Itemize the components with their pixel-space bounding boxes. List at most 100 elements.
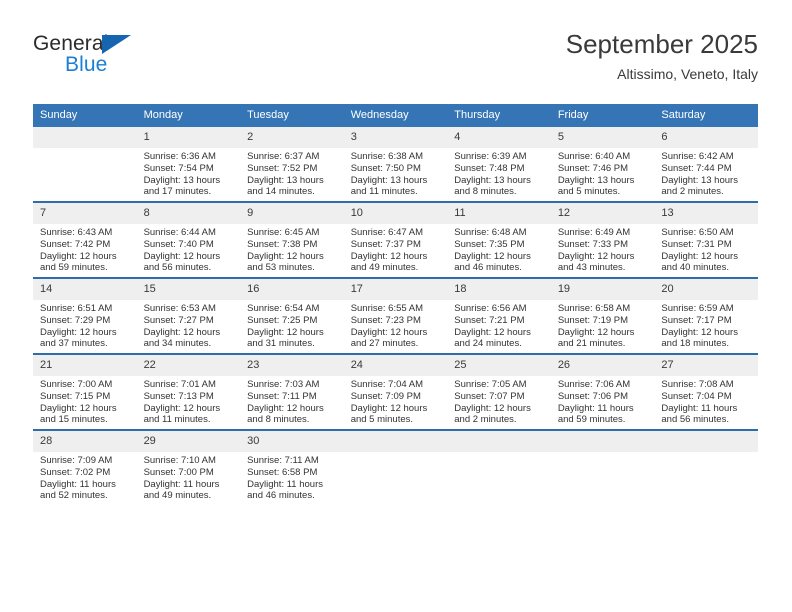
weekday-header-saturday: Saturday xyxy=(654,104,758,127)
day-cell-inner: 12 Sunrise: 6:49 AM Sunset: 7:33 PM Dayligh… xyxy=(550,203,655,277)
calendar-day-cell[interactable]: 19 Sunrise: 6:58 AM Sunset: 7:19 PM Dayligh… xyxy=(550,277,655,354)
calendar-day-cell[interactable]: 6 Sunrise: 6:42 AM Sunset: 7:44 PM Daylight… xyxy=(654,127,758,202)
daylight-text-line2: and 43 minutes. xyxy=(557,262,626,274)
sunset-text: Sunset: 7:29 PM xyxy=(40,314,111,326)
daylight-text-line2: and 40 minutes. xyxy=(661,262,729,274)
calendar-day-cell[interactable]: 1 Sunrise: 6:36 AM Sunset: 7:54 PM Daylight… xyxy=(136,127,241,202)
sunset-text: Sunset: 7:21 PM xyxy=(454,314,525,326)
daylight-text-line2: and 59 minutes. xyxy=(40,262,108,274)
daylight-text-line1: Daylight: 11 hours xyxy=(247,478,323,490)
day-number: 15 xyxy=(136,279,241,300)
day-details: Sunrise: 6:58 AM Sunset: 7:19 PM Daylight:… xyxy=(551,300,655,350)
day-details: Sunrise: 6:37 AM Sunset: 7:52 PM Daylight:… xyxy=(240,148,344,198)
calendar-day-cell[interactable]: 22 Sunrise: 7:01 AM Sunset: 7:13 PM Dayligh… xyxy=(136,353,241,430)
day-details: Sunrise: 6:45 AM Sunset: 7:38 PM Daylight:… xyxy=(240,224,344,274)
day-cell-inner: 17 Sunrise: 6:55 AM Sunset: 7:23 PM Dayligh… xyxy=(343,279,448,353)
day-cell-inner: 26 Sunrise: 7:06 AM Sunset: 7:06 PM Dayligh… xyxy=(550,355,655,429)
weekday-header-monday: Monday xyxy=(136,104,241,127)
calendar-day-cell[interactable]: 15 Sunrise: 6:53 AM Sunset: 7:27 PM Dayligh… xyxy=(136,277,241,354)
daylight-text-line2: and 49 minutes. xyxy=(350,262,419,274)
day-cell-inner: 29 Sunrise: 7:10 AM Sunset: 7:00 PM Dayligh… xyxy=(136,431,241,505)
calendar-day-cell[interactable]: 27 Sunrise: 7:08 AM Sunset: 7:04 PM Dayligh… xyxy=(654,353,758,430)
day-details: Sunrise: 7:01 AM Sunset: 7:13 PM Daylight:… xyxy=(137,376,241,426)
sunrise-text: Sunrise: 7:09 AM xyxy=(40,455,113,466)
sunrise-text: Sunrise: 6:55 AM xyxy=(350,303,424,314)
daylight-text-line2: and 14 minutes. xyxy=(247,186,315,198)
sunrise-text: Sunrise: 6:45 AM xyxy=(247,227,320,238)
day-details: Sunrise: 7:09 AM Sunset: 7:02 PM Daylight:… xyxy=(33,452,137,502)
sunrise-text: Sunrise: 7:04 AM xyxy=(350,379,424,390)
sunset-text: Sunset: 7:11 PM xyxy=(247,390,317,402)
daylight-text-line1: Daylight: 13 hours xyxy=(557,174,635,186)
calendar-day-cell[interactable]: 25 Sunrise: 7:05 AM Sunset: 7:07 PM Dayligh… xyxy=(447,353,551,430)
sunrise-text: Sunrise: 6:59 AM xyxy=(661,303,734,314)
weekday-header-friday: Friday xyxy=(550,104,655,127)
title-block: September 2025 Altissimo, Veneto, Italy xyxy=(566,28,758,83)
calendar-header-row: Sunday Monday Tuesday Wednesday Thursday… xyxy=(33,104,758,127)
day-details: Sunrise: 6:50 AM Sunset: 7:31 PM Daylight:… xyxy=(654,224,758,274)
sunset-text: Sunset: 7:48 PM xyxy=(454,162,525,174)
daylight-text-line1: Daylight: 11 hours xyxy=(557,402,634,414)
day-cell-inner: 5 Sunrise: 6:40 AM Sunset: 7:46 PM Daylight… xyxy=(550,127,655,201)
daylight-text-line1: Daylight: 12 hours xyxy=(454,250,531,262)
calendar-day-cell[interactable]: 29 Sunrise: 7:10 AM Sunset: 7:00 PM Dayligh… xyxy=(136,429,241,505)
day-number: 10 xyxy=(343,203,448,224)
day-number: 25 xyxy=(447,355,551,376)
daylight-text-line1: Daylight: 12 hours xyxy=(40,402,117,414)
calendar-day-cell[interactable]: 10 Sunrise: 6:47 AM Sunset: 7:37 PM Dayligh… xyxy=(343,201,448,278)
general-blue-logo[interactable]: General Blue xyxy=(33,32,233,88)
calendar-day-cell[interactable]: 13 Sunrise: 6:50 AM Sunset: 7:31 PM Dayligh… xyxy=(654,201,758,278)
daylight-text-line2: and 8 minutes. xyxy=(454,186,517,198)
sunset-text: Sunset: 7:40 PM xyxy=(143,238,214,250)
calendar-day-cell[interactable]: 28 Sunrise: 7:09 AM Sunset: 7:02 PM Dayligh… xyxy=(33,429,137,505)
calendar-day-cell[interactable]: 12 Sunrise: 6:49 AM Sunset: 7:33 PM Dayligh… xyxy=(550,201,655,278)
daylight-text-line1: Daylight: 12 hours xyxy=(350,326,428,338)
sunset-text: Sunset: 7:35 PM xyxy=(454,238,525,250)
daylight-text-line2: and 49 minutes. xyxy=(143,490,212,502)
day-cell-inner: 6 Sunrise: 6:42 AM Sunset: 7:44 PM Daylight… xyxy=(654,127,758,201)
day-details: Sunrise: 6:55 AM Sunset: 7:23 PM Daylight:… xyxy=(344,300,448,350)
daylight-text-line2: and 56 minutes. xyxy=(661,414,729,426)
daylight-text-line2: and 2 minutes. xyxy=(661,186,724,198)
calendar-day-cell[interactable]: 24 Sunrise: 7:04 AM Sunset: 7:09 PM Dayligh… xyxy=(343,353,448,430)
daylight-text-line1: Daylight: 12 hours xyxy=(557,250,635,262)
calendar-day-cell[interactable]: 7 Sunrise: 6:43 AM Sunset: 7:42 PM Daylight… xyxy=(33,201,137,278)
calendar-day-cell[interactable]: 3 Sunrise: 6:38 AM Sunset: 7:50 PM Daylight… xyxy=(343,127,448,202)
day-number: 11 xyxy=(447,203,551,224)
calendar-day-cell[interactable]: 8 Sunrise: 6:44 AM Sunset: 7:40 PM Daylight… xyxy=(136,201,241,278)
sunset-text: Sunset: 7:23 PM xyxy=(350,314,421,326)
sunrise-text: Sunrise: 6:50 AM xyxy=(661,227,734,238)
sunset-text: Sunset: 7:02 PM xyxy=(40,466,111,478)
calendar-day-cell[interactable]: 18 Sunrise: 6:56 AM Sunset: 7:21 PM Dayligh… xyxy=(447,277,551,354)
day-number: 28 xyxy=(33,431,137,452)
day-cell-inner: 1 Sunrise: 6:36 AM Sunset: 7:54 PM Daylight… xyxy=(136,127,241,201)
daylight-text-line1: Daylight: 11 hours xyxy=(40,478,116,490)
calendar-day-cell[interactable]: 14 Sunrise: 6:51 AM Sunset: 7:29 PM Dayligh… xyxy=(33,277,137,354)
day-number: 26 xyxy=(550,355,655,376)
calendar-day-cell[interactable]: 16 Sunrise: 6:54 AM Sunset: 7:25 PM Dayligh… xyxy=(240,277,344,354)
calendar-day-cell[interactable]: 11 Sunrise: 6:48 AM Sunset: 7:35 PM Dayligh… xyxy=(447,201,551,278)
calendar-day-cell[interactable]: 4 Sunrise: 6:39 AM Sunset: 7:48 PM Daylight… xyxy=(447,127,551,202)
calendar-day-cell[interactable]: 9 Sunrise: 6:45 AM Sunset: 7:38 PM Daylight… xyxy=(240,201,344,278)
sunrise-text: Sunrise: 7:05 AM xyxy=(454,379,527,390)
calendar-day-cell[interactable]: 23 Sunrise: 7:03 AM Sunset: 7:11 PM Dayligh… xyxy=(240,353,344,430)
sunset-text: Sunset: 7:09 PM xyxy=(350,390,421,402)
calendar-day-cell[interactable]: 5 Sunrise: 6:40 AM Sunset: 7:46 PM Daylight… xyxy=(550,127,655,202)
weekday-header-thursday: Thursday xyxy=(447,104,551,127)
calendar-day-cell[interactable]: 30 Sunrise: 7:11 AM Sunset: 6:58 PM Dayligh… xyxy=(240,429,344,505)
calendar-day-cell[interactable]: 26 Sunrise: 7:06 AM Sunset: 7:06 PM Dayligh… xyxy=(550,353,655,430)
calendar-empty-cell xyxy=(343,429,448,505)
calendar-day-cell[interactable]: 20 Sunrise: 6:59 AM Sunset: 7:17 PM Dayligh… xyxy=(654,277,758,354)
day-details: Sunrise: 6:53 AM Sunset: 7:27 PM Daylight:… xyxy=(137,300,241,350)
sunset-text: Sunset: 7:31 PM xyxy=(661,238,732,250)
daylight-text-line1: Daylight: 12 hours xyxy=(454,402,531,414)
calendar-day-cell[interactable]: 21 Sunrise: 7:00 AM Sunset: 7:15 PM Dayligh… xyxy=(33,353,137,430)
day-number xyxy=(447,431,551,452)
calendar-day-cell[interactable]: 17 Sunrise: 6:55 AM Sunset: 7:23 PM Dayligh… xyxy=(343,277,448,354)
calendar-day-cell[interactable]: 2 Sunrise: 6:37 AM Sunset: 7:52 PM Daylight… xyxy=(240,127,344,202)
day-cell-inner: 19 Sunrise: 6:58 AM Sunset: 7:19 PM Dayligh… xyxy=(550,279,655,353)
day-number: 14 xyxy=(33,279,137,300)
calendar-empty-cell xyxy=(447,429,551,505)
day-cell-inner xyxy=(343,431,448,505)
daylight-text-line1: Daylight: 12 hours xyxy=(40,250,117,262)
